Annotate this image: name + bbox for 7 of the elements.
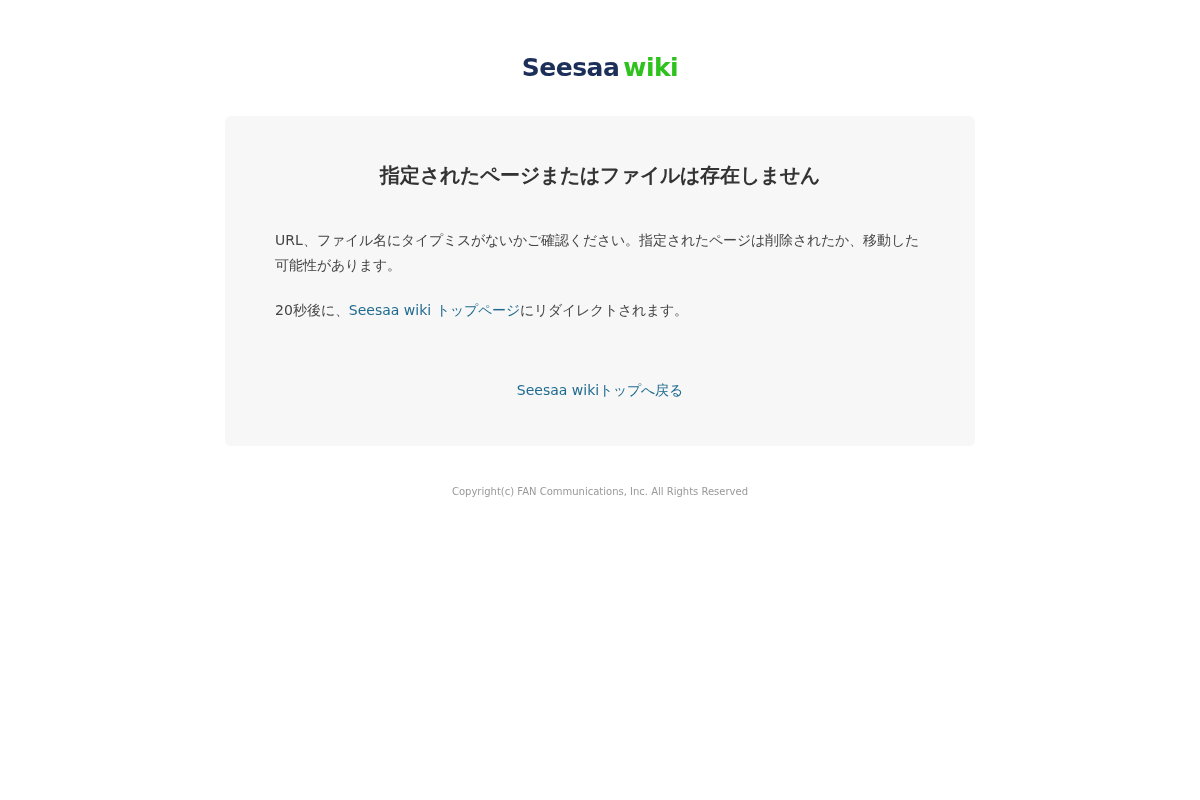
- error-title: 指定されたページまたはファイルは存在しません: [378, 162, 821, 188]
- error-message: URL、ファイル名にタイプミスがないかご確認ください。指定されたページは削除されたか、移動した可能性があります。: [275, 231, 920, 275]
- top-page-link[interactable]: Seesaa wiki トップページ: [348, 302, 520, 318]
- back-to-top-link[interactable]: Seesaa wikiトップへ戻る: [516, 378, 684, 403]
- copyright: Copyright(c) FAN Communications, Inc. All Rights Reserved: [451, 485, 748, 499]
- logo[interactable]: Seesaa wiki: [521, 46, 679, 80]
- redirect-notice: 20秒後に、Seesaa wiki トップページにリダイレクトされます。: [275, 301, 689, 320]
